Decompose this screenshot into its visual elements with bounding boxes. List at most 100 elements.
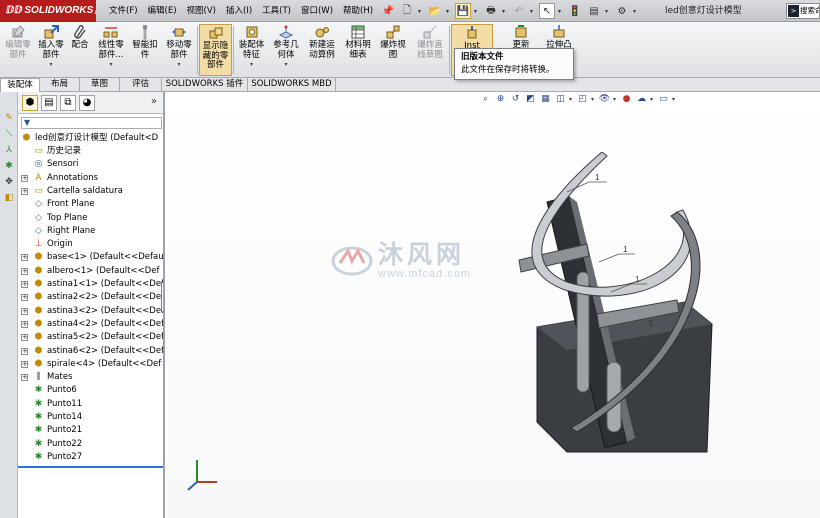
move-component-dropdown-icon[interactable]: ▾: [162, 60, 196, 70]
menu-insert[interactable]: 插入(I): [221, 0, 257, 22]
tree-item[interactable]: ◇ Right Plane: [18, 225, 163, 238]
expand-toggle-icon[interactable]: +: [21, 175, 28, 182]
tab-sketch[interactable]: 草图: [80, 78, 120, 92]
options-gear-icon[interactable]: ⚙: [614, 3, 630, 19]
menu-tools[interactable]: 工具(T): [257, 0, 296, 22]
tree-item[interactable]: + ⬢ astina2<2> (Default<<Def: [18, 291, 163, 304]
expand-toggle-icon[interactable]: +: [21, 281, 28, 288]
coordinate-system-icon[interactable]: ⅄: [3, 144, 15, 156]
reference-geometry-button[interactable]: 参考几 何体 ▾: [270, 24, 302, 76]
file-properties-icon[interactable]: ▤: [586, 3, 602, 19]
line-tool-icon[interactable]: ⟍: [3, 128, 15, 140]
edit-appearance-icon[interactable]: ●: [620, 93, 633, 106]
menu-window[interactable]: 窗口(W): [296, 0, 338, 22]
move-component-button[interactable]: 移动零 部件 ▾: [162, 24, 196, 76]
exploded-view-button[interactable]: 爆炸视 图: [376, 24, 410, 76]
linear-component-pattern-button[interactable]: 线性零 部件... ▾: [94, 24, 128, 76]
save-icon[interactable]: 💾: [455, 3, 471, 19]
select-dropdown-icon[interactable]: ▾: [558, 8, 564, 15]
tree-item[interactable]: + ⬢ spirale<4> (Default<<Def: [18, 358, 163, 371]
tree-item[interactable]: + A Annotations: [18, 172, 163, 185]
tree-item[interactable]: ▭ 历史记录: [18, 145, 163, 158]
rebuild-traffic-light-icon[interactable]: 🚦: [567, 3, 583, 19]
expand-toggle-icon[interactable]: +: [21, 374, 28, 381]
new-dropdown-icon[interactable]: ▾: [418, 8, 424, 15]
filter-input[interactable]: ▼: [21, 117, 162, 129]
tree-item[interactable]: ✱ Punto21: [18, 424, 163, 437]
tree-item[interactable]: + ⬢ astina5<2> (Default<<Def: [18, 331, 163, 344]
tree-item[interactable]: + ⬢ astina3<2> (Default<<Def: [18, 305, 163, 318]
expand-toggle-icon[interactable]: +: [21, 254, 28, 261]
tree-item[interactable]: ◇ Front Plane: [18, 198, 163, 211]
apply-scene-icon[interactable]: ☁: [635, 93, 648, 106]
view-settings-icon[interactable]: ▭: [657, 93, 670, 106]
undo-icon[interactable]: ↶: [511, 3, 527, 19]
solidworks-logo[interactable]: ⅅⅅSOLIDWORKS▶: [0, 0, 96, 22]
undo-dropdown-icon[interactable]: ▾: [530, 8, 536, 15]
display-style-icon[interactable]: ◰: [576, 93, 589, 106]
previous-view-icon[interactable]: ↺: [509, 93, 522, 106]
open-folder-icon[interactable]: 📂: [427, 3, 443, 19]
assembly-features-dropdown-icon[interactable]: ▾: [235, 60, 268, 70]
show-hidden-components-button[interactable]: 显示隐 藏的零 部件: [199, 24, 232, 76]
mate-button[interactable]: 配合: [68, 24, 92, 76]
tab-assembly[interactable]: 装配体: [0, 78, 40, 93]
print-dropdown-icon[interactable]: ▾: [502, 8, 508, 15]
tree-item[interactable]: ✱ Punto11: [18, 398, 163, 411]
move-tool-icon[interactable]: ✥: [3, 176, 15, 188]
menu-help[interactable]: 帮助(H): [338, 0, 378, 22]
explode-line-sketch-button[interactable]: 爆炸直 线草图: [412, 24, 448, 76]
tree-item[interactable]: + ⬢ base<1> (Default<<Defau: [18, 251, 163, 264]
zoom-to-fit-icon[interactable]: ⌕: [479, 93, 492, 106]
configuration-manager-tab-icon[interactable]: ⧉: [60, 95, 76, 111]
view-settings-dropdown-icon[interactable]: ▾: [672, 96, 677, 103]
expand-toggle-icon[interactable]: +: [21, 188, 28, 195]
tree-item[interactable]: ✱ Punto27: [18, 451, 163, 464]
assembly-features-button[interactable]: 装配体 特征 ▾: [235, 24, 268, 76]
feature-tree-tab-icon[interactable]: ⬢: [22, 95, 38, 111]
edit-component-button[interactable]: 编辑零 部件: [2, 24, 34, 76]
tree-item[interactable]: + ⬢ astina4<2> (Default<<Def: [18, 318, 163, 331]
open-dropdown-icon[interactable]: ▾: [446, 8, 452, 15]
hide-show-items-icon[interactable]: 👁: [598, 93, 611, 106]
insert-components-button[interactable]: 插入零 部件 ▾: [36, 24, 66, 76]
tree-item[interactable]: ✱ Punto6: [18, 384, 163, 397]
print-icon[interactable]: 🖶: [483, 3, 499, 19]
expand-toggle-icon[interactable]: +: [21, 321, 28, 328]
expand-toggle-icon[interactable]: +: [21, 334, 28, 341]
tab-layout[interactable]: 布局: [40, 78, 80, 92]
dynamic-annotation-icon[interactable]: ▦: [539, 93, 552, 106]
tree-item[interactable]: ⊥ Origin: [18, 238, 163, 251]
new-document-icon[interactable]: 🗋: [399, 3, 415, 19]
expand-toggle-icon[interactable]: +: [21, 268, 28, 275]
new-motion-study-button[interactable]: 新建运 动算例: [304, 24, 340, 76]
tree-root-assembly[interactable]: ⬢ led创意灯设计模型 (Default<D: [18, 132, 163, 145]
tree-scroll-handle[interactable]: [161, 282, 163, 312]
smart-dimension-icon[interactable]: ✎: [3, 112, 15, 124]
save-dropdown-icon[interactable]: ▾: [474, 8, 480, 15]
display-style-dropdown-icon[interactable]: ▾: [591, 96, 596, 103]
tree-item[interactable]: + ⫼ Mates: [18, 371, 163, 384]
linear-pattern-dropdown-icon[interactable]: ▾: [94, 60, 128, 70]
tab-evaluate[interactable]: 评估: [120, 78, 162, 92]
expand-toggle-icon[interactable]: +: [21, 308, 28, 315]
bill-of-materials-button[interactable]: 材料明 细表: [342, 24, 374, 76]
expand-toggle-icon[interactable]: +: [21, 361, 28, 368]
property-manager-tab-icon[interactable]: ▤: [41, 95, 57, 111]
expand-toggle-icon[interactable]: +: [21, 294, 28, 301]
tree-item[interactable]: + ⬢ astina6<2> (Default<<Def: [18, 345, 163, 358]
tree-item[interactable]: ✱ Punto22: [18, 438, 163, 451]
tree-item[interactable]: + ⬢ albero<1> (Default<<Def: [18, 265, 163, 278]
apply-scene-dropdown-icon[interactable]: ▾: [650, 96, 655, 103]
component-tool-icon[interactable]: ◧: [3, 192, 15, 204]
section-view-icon[interactable]: ◩: [524, 93, 537, 106]
insert-components-dropdown-icon[interactable]: ▾: [36, 60, 66, 70]
tree-item[interactable]: ◇ Top Plane: [18, 212, 163, 225]
display-manager-tab-icon[interactable]: ◕: [79, 95, 95, 111]
view-orientation-icon[interactable]: ◫: [554, 93, 567, 106]
hide-show-dropdown-icon[interactable]: ▾: [613, 96, 618, 103]
point-tool-icon[interactable]: ✱: [3, 160, 15, 172]
tree-item[interactable]: + ⬢ astina1<1> (Default<<Def: [18, 278, 163, 291]
menu-edit[interactable]: 编辑(E): [143, 0, 182, 22]
menu-file[interactable]: 文件(F): [104, 0, 143, 22]
